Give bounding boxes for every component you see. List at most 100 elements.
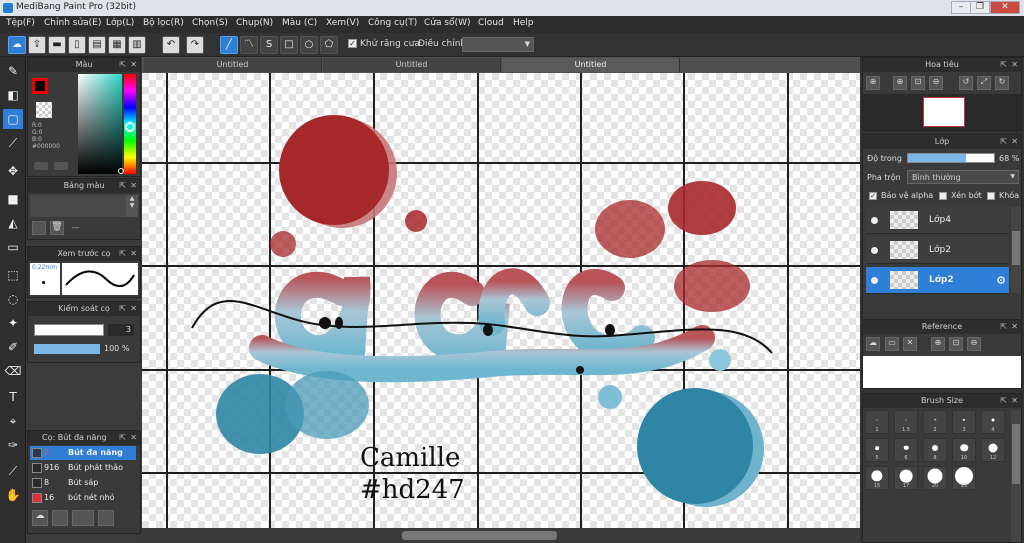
divide-tool-icon[interactable]: ⌖ — [3, 411, 23, 431]
clip-checkbox[interactable] — [939, 192, 947, 200]
trash-icon[interactable]: 🗑 — [50, 221, 64, 235]
close-reference-icon[interactable]: ✕ — [903, 337, 917, 351]
ellipse-icon[interactable]: ○ — [300, 36, 318, 54]
opacity-slider[interactable] — [34, 344, 100, 354]
menu-window[interactable]: Cửa sổ(W) — [424, 18, 470, 28]
layer-row[interactable]: Lớp4 — [866, 207, 1009, 234]
expand-icon[interactable]: ⇱ — [119, 58, 126, 72]
menu-file[interactable]: Tệp(F) — [6, 18, 35, 28]
brush-menu-icon[interactable] — [72, 510, 94, 526]
rectangle-icon[interactable]: □ — [280, 36, 298, 54]
gradient-tool-icon[interactable]: ▭ — [3, 237, 23, 257]
menu-view[interactable]: Xem(V) — [326, 18, 359, 28]
undo-icon[interactable]: ↶ — [162, 36, 180, 54]
upload-icon[interactable]: ⇪ — [28, 36, 46, 54]
new-file-icon[interactable]: ▯ — [68, 36, 86, 54]
scrollbar-thumb[interactable] — [402, 531, 557, 540]
close-icon[interactable]: ✕ — [1011, 394, 1018, 408]
fit-icon[interactable]: ⤢ — [977, 76, 991, 90]
brush-size-cell[interactable]: 15 — [865, 466, 889, 490]
brush-tool-icon[interactable]: ✎ — [3, 61, 23, 81]
lock-checkbox[interactable] — [987, 192, 995, 200]
close-icon[interactable]: ✕ — [130, 431, 137, 445]
hand-tool-icon[interactable]: ✋ — [3, 485, 23, 505]
line-tool-icon[interactable]: ╱ — [220, 36, 238, 54]
minimize-button[interactable]: – — [951, 1, 971, 14]
brush-size-cell[interactable]: 17 — [894, 466, 918, 490]
menu-tools[interactable]: Công cụ(T) — [368, 18, 417, 28]
hue-slider[interactable] — [124, 74, 136, 174]
comment-icon[interactable]: ▬ — [48, 36, 66, 54]
magic-wand-icon[interactable]: ✦ — [3, 313, 23, 333]
menu-edit[interactable]: Chỉnh sửa(E) — [44, 18, 101, 28]
menu-filter[interactable]: Bộ lọc(R) — [143, 18, 184, 28]
close-icon[interactable]: ✕ — [1011, 58, 1018, 72]
expand-icon[interactable]: ⇱ — [119, 247, 126, 261]
layer-scrollbar-thumb[interactable] — [1012, 231, 1020, 265]
move-tool-icon[interactable]: ✥ — [3, 161, 23, 181]
reset-color-icon[interactable] — [54, 162, 68, 170]
cloud-icon[interactable]: ☁ — [866, 337, 880, 351]
eraser-tool-icon[interactable]: ◧ — [3, 85, 23, 105]
navigator-viewport[interactable] — [863, 94, 1021, 130]
antialias-checkbox[interactable]: ✓ — [348, 39, 357, 48]
menu-color[interactable]: Màu (C) — [282, 18, 317, 28]
brush-size-cell[interactable]: 25 — [952, 466, 976, 490]
menu-capture[interactable]: Chụp(N) — [236, 18, 273, 28]
gear-icon[interactable]: ⚙ — [996, 274, 1006, 287]
brush-size-cell[interactable]: 5 — [865, 438, 889, 462]
cloud-brush-icon[interactable]: ☁ — [32, 510, 48, 526]
protect-alpha-checkbox[interactable]: ✓ — [869, 192, 877, 200]
swap-color-icon[interactable] — [34, 162, 48, 170]
layout-icon[interactable]: ▥ — [128, 36, 146, 54]
expand-icon[interactable]: ⇱ — [119, 179, 126, 193]
curve-icon[interactable]: S — [260, 36, 278, 54]
expand-icon[interactable]: ⇱ — [119, 431, 126, 445]
expand-icon[interactable]: ⇱ — [1000, 394, 1007, 408]
brush-size-cell[interactable]: 12 — [981, 438, 1005, 462]
maximize-button[interactable]: ❐ — [970, 1, 990, 14]
menu-layer[interactable]: Lớp(L) — [106, 18, 134, 28]
background-color-swatch[interactable] — [36, 102, 52, 118]
tab-untitled-1[interactable]: Untitled — [144, 58, 322, 72]
brush-item[interactable]: 8 Bút sáp — [30, 476, 136, 490]
visibility-icon[interactable] — [871, 247, 878, 254]
palette-scrollbar[interactable]: ▲ ▼ — [126, 195, 138, 217]
close-icon[interactable]: ✕ — [1011, 320, 1018, 334]
zoom-in-icon[interactable]: ⊕ — [931, 337, 945, 351]
menu-select[interactable]: Chọn(S) — [192, 18, 228, 28]
zoom-fit-icon[interactable]: ⊡ — [949, 337, 963, 351]
save-icon[interactable]: ▤ — [88, 36, 106, 54]
brush-size-cell[interactable]: 10 — [952, 438, 976, 462]
brush-item[interactable]: 16 bút nét nhỏ — [30, 491, 136, 505]
select-rect-icon[interactable]: ⬚ — [3, 265, 23, 285]
brush-size-cell[interactable]: 1.5 — [894, 410, 918, 434]
brush-size-scrollbar[interactable] — [1011, 410, 1021, 542]
brush-size-cell[interactable]: 6 — [894, 438, 918, 462]
tab-untitled-3[interactable]: Untitled — [502, 58, 680, 72]
size-value[interactable]: 3 — [108, 324, 134, 336]
eyedropper-icon[interactable]: ✑ — [3, 435, 23, 455]
brush-size-cell[interactable]: 2 — [923, 410, 947, 434]
shape-tool-icon[interactable]: ▢ — [3, 109, 23, 129]
brush-item[interactable]: 3 Bút đa năng — [30, 446, 136, 460]
expand-icon[interactable]: ⇱ — [1000, 58, 1007, 72]
brush-item[interactable]: 916 Bút phát thảo — [30, 461, 136, 475]
blend-mode-dropdown[interactable]: Bình thường ▼ — [907, 170, 1019, 184]
hue-handle[interactable] — [125, 122, 135, 132]
brush-size-cell[interactable]: 1 — [865, 410, 889, 434]
text-tool-icon[interactable]: T — [3, 387, 23, 407]
saturation-value-picker[interactable] — [78, 74, 124, 174]
expand-icon[interactable]: ⇱ — [1000, 320, 1007, 334]
drawing-canvas[interactable] — [142, 73, 860, 528]
tab-untitled-2[interactable]: Untitled — [323, 58, 501, 72]
expand-icon[interactable]: ⇱ — [1000, 135, 1007, 149]
close-icon[interactable]: ✕ — [130, 179, 137, 193]
visibility-icon[interactable] — [871, 217, 878, 224]
close-icon[interactable]: ✕ — [130, 302, 137, 316]
zoom-out-icon[interactable]: ⊖ — [929, 76, 943, 90]
select-pen-icon[interactable]: ✐ — [3, 337, 23, 357]
navigator-thumbnail[interactable] — [923, 97, 965, 127]
close-icon[interactable]: ✕ — [130, 247, 137, 261]
visibility-icon[interactable] — [871, 277, 878, 284]
